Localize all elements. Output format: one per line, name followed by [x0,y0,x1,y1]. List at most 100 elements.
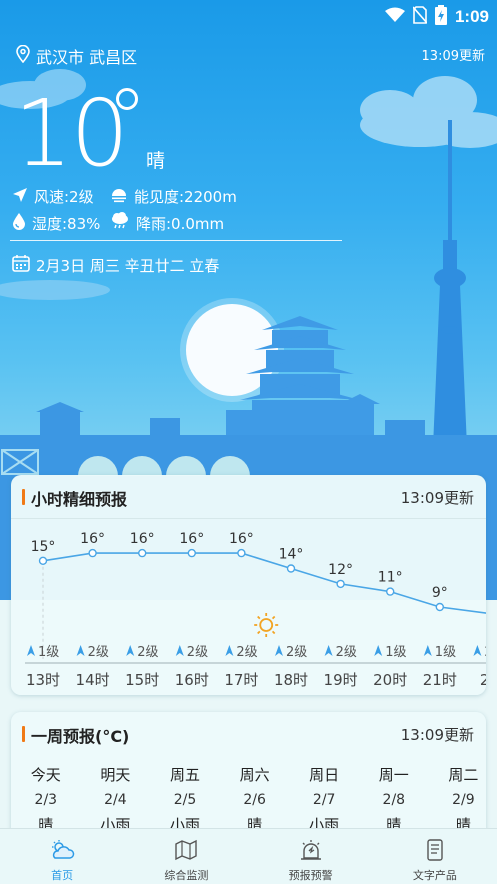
hour-label: 21时 [423,671,457,689]
wind-level: 2级 [175,645,208,660]
location-name: 武汉市 武昌区 [36,48,138,67]
svg-text:2级: 2级 [286,645,307,660]
week-day-date: 2/5 [173,792,197,808]
weekly-card-header: 一周预报(°C) 13:09更新 [11,712,486,756]
nav-label: 文字产品 [412,869,457,882]
wind-visibility-row: 风速:2级 能见度:2200m [12,186,237,207]
nav-label: 综合监测 [164,869,209,882]
temperature-label: 16° [130,531,155,547]
nav-home[interactable]: 首页 [0,829,124,884]
nav-forecast-warning[interactable]: 预报预警 [249,829,373,884]
hour-label: 17时 [224,671,258,689]
wind-level: 2级 [324,645,357,660]
sun-icon [254,613,279,637]
section-accent-bar [22,489,25,505]
location-pin-icon [16,44,30,67]
hour-label: 16时 [175,671,209,689]
weekly-update-time: 13:09更新 [400,726,474,744]
wind-level: 2级 [473,645,486,660]
rain-value: 降雨:0.0mm [136,214,225,233]
section-accent-bar [22,726,25,742]
temperature-label: 11° [378,570,403,586]
document-icon [424,839,446,864]
update-time: 13:09更新 [421,49,485,64]
svg-text:1级: 1级 [435,645,456,660]
week-day-name: 周一 [378,766,409,784]
current-condition: 晴 [146,150,166,172]
hourly-card-header: 小时精细预报 13:09更新 [11,475,486,519]
week-day-date: 2/8 [382,792,406,808]
nav-text-products[interactable]: 文字产品 [373,829,497,884]
wind-level: 2级 [275,645,307,660]
temperature-point [435,602,444,612]
svg-text:2级: 2级 [137,645,158,660]
temperature-label: 12° [328,562,353,578]
svg-text:2级: 2级 [187,645,208,660]
wind-level: 1级 [374,645,406,660]
wind-level: 1级 [423,645,456,660]
info-divider [10,240,342,241]
date-row: 2月3日 周三 辛丑廿二 立春 [12,254,219,276]
week-day-name: 周六 [239,766,270,784]
svg-text:1级: 1级 [38,645,59,660]
bottom-nav: 首页 综合监测 预报预警 文字产品 [0,828,497,884]
wifi-icon [384,7,405,27]
hour-label: 19时 [324,671,358,689]
temperature-point [237,548,246,558]
wind-level: 1级 [27,645,59,660]
temperature-point [187,548,197,558]
hour-label: 22 [480,671,486,689]
location-selector[interactable]: 武汉市 武昌区 [16,44,137,68]
no-sim-icon [412,6,428,28]
map-icon [174,839,198,864]
wind-direction-icon [12,187,28,207]
current-temperature: 10 [14,80,129,187]
hour-label: 13时 [26,671,60,689]
temperature-point [137,548,147,558]
visibility-icon [110,187,128,207]
rain-icon [110,212,130,234]
temperature-label: 16° [179,531,204,547]
temperature-label: 14° [279,547,304,563]
svg-text:2级: 2级 [236,645,257,660]
nav-monitoring[interactable]: 综合监测 [124,829,248,884]
battery-charging-icon [434,5,447,29]
svg-text:2级: 2级 [88,645,109,660]
humidity-rain-row: 湿度:83% 降雨:0.0mm [12,212,224,234]
status-time: 1:09 [454,7,489,26]
hourly-update-time: 13:09更新 [400,489,474,507]
week-day-date: 2/4 [104,792,127,808]
temperature-label: 16° [229,531,254,547]
alert-icon [299,839,323,864]
week-day-date: 2/3 [34,792,58,808]
temperature-point [336,579,345,589]
svg-text:1级: 1级 [385,645,406,660]
week-day-name: 周二 [448,766,479,784]
week-day-name: 今天 [30,766,61,784]
hourly-title: 小时精细预报 [31,490,128,509]
hourly-forecast-card: 小时精细预报 13:09更新 15° 16° 16° 16° 16° 14° 12° 11° 9… [11,475,486,695]
temperature-point [386,587,395,596]
hour-label: 14时 [76,671,110,689]
week-day-name: 周日 [309,766,340,784]
calendar-icon [12,254,30,276]
week-day-date: 2/7 [312,792,336,808]
wind-speed: 风速:2级 [34,188,94,206]
temperature-point [286,564,296,573]
wind-level: 2级 [76,645,109,660]
status-bar: 1:09 [0,0,497,30]
temperature-line [42,552,486,614]
weekly-title: 一周预报(°C) [31,727,130,746]
degree-symbol [116,88,138,110]
home-weather-icon [49,839,75,864]
hour-label: 15时 [125,671,159,689]
nav-label: 首页 [51,869,74,882]
temperature-point [38,556,48,565]
temperature-label: 9° [432,585,448,601]
humidity-value: 湿度:83% [32,214,101,233]
temperature-point [88,548,97,558]
date-text: 2月3日 周三 辛丑廿二 立春 [36,256,220,275]
hourly-chart[interactable]: 15° 16° 16° 16° 16° 14° 12° 11° 9° 1级 2级 2级 2级 2级 2级 2级… [11,519,486,695]
week-day-date: 2/9 [452,792,475,808]
week-day-name: 周五 [169,766,200,784]
